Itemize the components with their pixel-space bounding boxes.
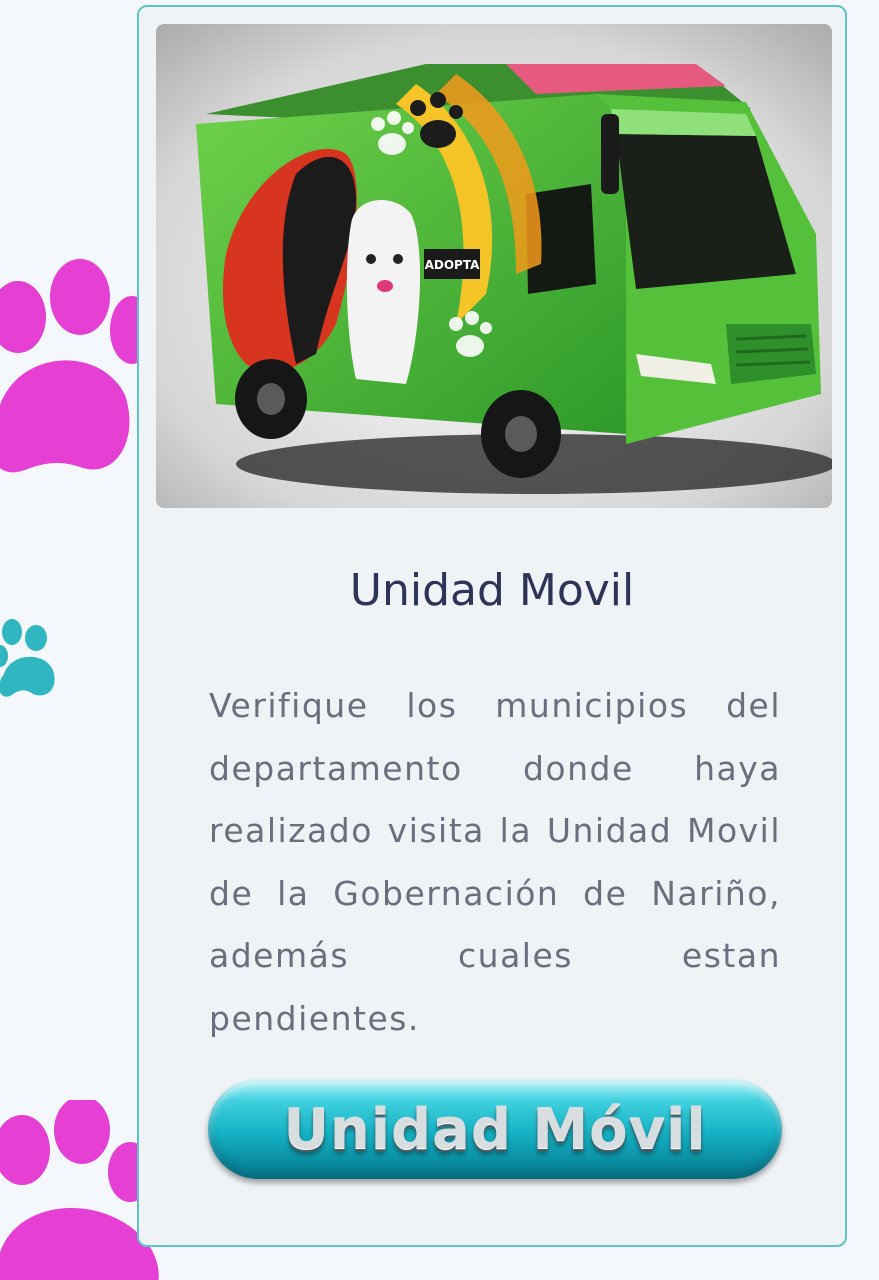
bus-image: ADOPTA: [156, 24, 832, 508]
bus-photo: ADOPTA: [156, 24, 832, 508]
adopta-sign: ADOPTA: [425, 258, 480, 272]
card-description: Verifique los municipios del departament…: [209, 686, 781, 1038]
paw-icon: [0, 619, 55, 697]
unidad-movil-button[interactable]: Unidad Móvil: [208, 1079, 782, 1179]
card-title: Unidad Movil: [349, 565, 635, 616]
unidad-movil-card: ADOPTA Unidad Movil Verifique los munici…: [137, 5, 847, 1247]
paw-icon: [0, 259, 140, 473]
